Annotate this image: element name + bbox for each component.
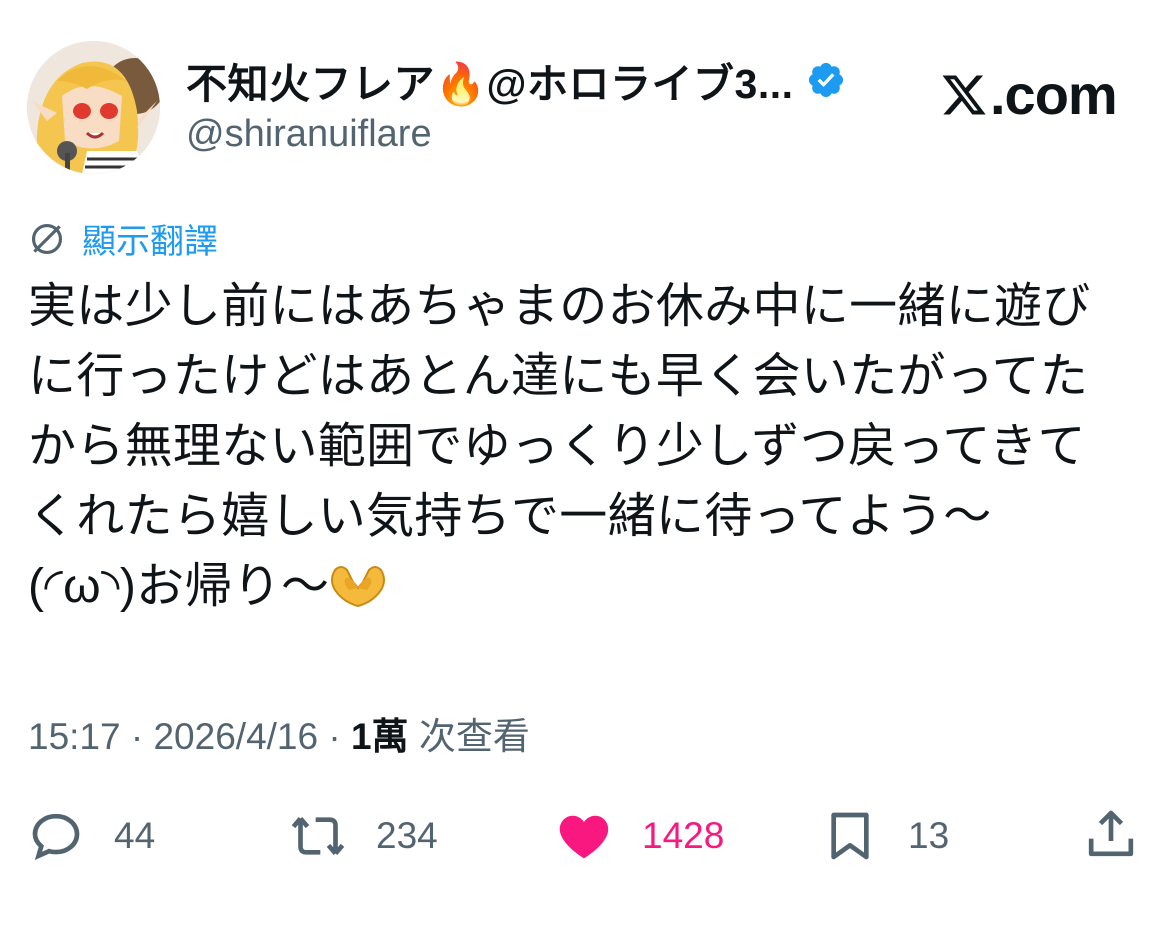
user-handle[interactable]: @shiranuiflare [186,113,432,156]
tweet-line: に行ったけどはあとん達にも早く会いたがってた [28,350,1089,403]
tweet-meta: 15:17 · 2026/4/16 · 1萬 次查看 [28,706,530,760]
meta-separator: · [318,716,351,757]
reply-icon [32,813,80,860]
like-button[interactable]: 1428 [556,806,724,866]
tweet-line: くれたら嬉しい気持ちで一緒に待ってよう～ [28,490,992,543]
tweet-line: 実は少し前にはあちゃまのお休み中に一緒に遊び [28,280,1091,333]
reply-button[interactable]: 44 [28,806,155,866]
tweet-date[interactable]: 2026/4/16 [153,716,318,757]
like-count: 1428 [642,815,725,856]
tweet-line-last: (◜ω◝)お帰り～ [28,552,1148,622]
x-icon [942,75,986,114]
avatar-illustration [27,41,160,174]
tweet-card: 不知火フレア🔥@ホロライブ3... @shiranuiflare .com 顯示… [0,0,1162,929]
repost-button[interactable]: 234 [290,806,438,866]
views-label: 次查看 [408,716,530,757]
views-count: 1萬 [350,716,409,757]
x-logo: .com [940,62,1118,127]
tweet-line: から無理ない範囲でゆっくり少しずつ戻ってきて [28,420,1086,473]
share-icon [1088,810,1134,857]
bookmark-button[interactable]: 13 [822,806,949,866]
site-label: .com [990,63,1118,126]
heart-hands-emoji-icon [331,566,386,608]
show-translation-label[interactable]: 顯示翻譯 [82,214,218,263]
bookmark-icon [831,812,869,860]
tweet-line: (◜ω◝)お帰り～ [28,560,330,613]
heart-icon [559,815,609,859]
globe-icon [31,223,63,254]
repost-count: 234 [376,815,438,856]
repost-icon [291,816,345,856]
reply-count: 44 [114,815,156,856]
bookmark-count: 13 [908,815,950,856]
display-name-row[interactable]: 不知火フレア🔥@ホロライブ3... [186,50,846,110]
verified-badge-icon [808,62,843,98]
tweet-time[interactable]: 15:17 [28,716,121,757]
share-button[interactable] [1083,806,1139,867]
display-name[interactable]: 不知火フレア🔥@ホロライブ3... [186,50,794,110]
show-translation-link[interactable]: 顯示翻譯 [28,214,218,263]
tweet-text: 実は少し前にはあちゃまのお休み中に一緒に遊び に行ったけどはあとん達にも早く会い… [28,272,1148,622]
meta-separator: · [120,716,154,757]
avatar[interactable] [27,41,160,174]
